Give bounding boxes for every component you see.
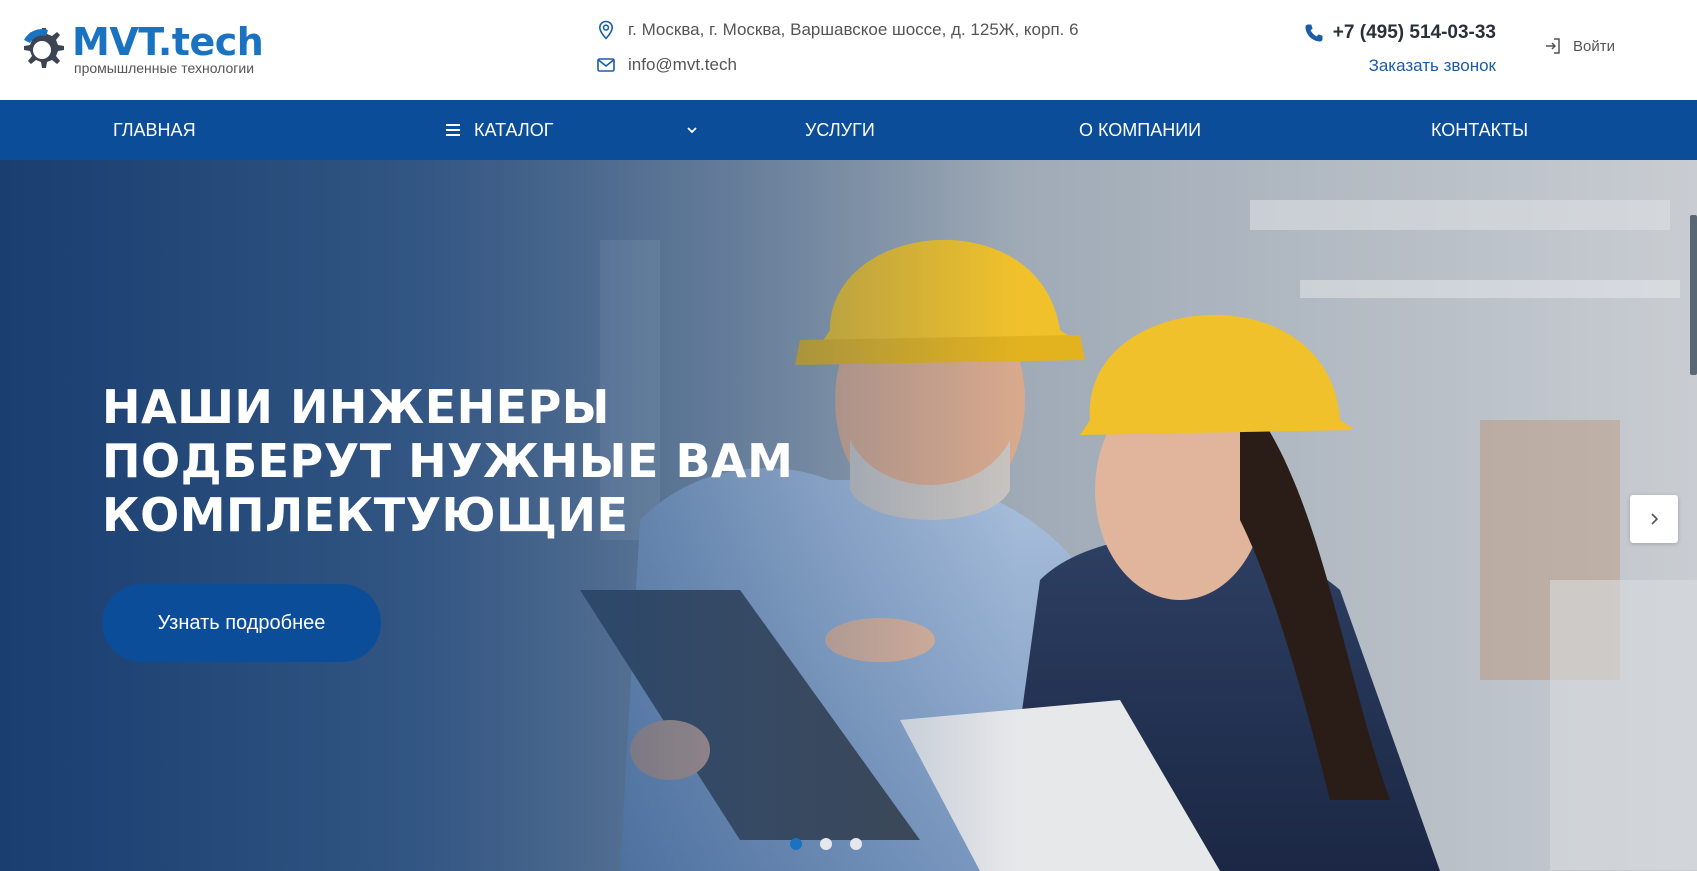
menu-icon [446,124,460,136]
main-nav: ГЛАВНАЯ КАТАЛОГ УСЛУГИ О КОМПАНИИ КОНТАК… [0,100,1697,160]
hero-title-line: КОМПЛЕКТУЮЩИЕ [102,488,629,542]
logo-name: MVT.tech [72,20,264,64]
slider-dot-1[interactable] [790,838,802,850]
email-link[interactable]: info@mvt.tech [628,55,737,75]
login-button[interactable]: Войти [1543,36,1615,56]
nav-item-home[interactable]: ГЛАВНАЯ [113,100,196,160]
gear-icon [24,28,64,68]
side-widget-edge[interactable] [1690,215,1697,375]
nav-item-label: О КОМПАНИИ [1079,120,1202,140]
hero-title-line: ПОДБЕРУТ НУЖНЫЕ ВАМ [102,434,794,488]
phone-number[interactable]: +7 (495) 514-03-33 [1303,22,1496,44]
phone-icon [1305,24,1323,42]
logo-subtitle: промышленные технологии [74,60,255,76]
chevron-down-icon[interactable] [683,121,701,139]
phone-text: +7 (495) 514-03-33 [1332,22,1496,43]
envelope-icon [597,58,615,72]
slider-dots [790,838,862,850]
nav-item-about[interactable]: О КОМПАНИИ [1079,100,1201,160]
nav-item-catalog[interactable]: КАТАЛОГ [444,100,553,160]
nav-item-services[interactable]: УСЛУГИ [805,100,875,160]
learn-more-button[interactable]: Узнать подробнее [102,584,381,662]
hero-title: НАШИ ИНЖЕНЕРЫ ПОДБЕРУТ НУЖНЫЕ ВАМ КОМПЛЕ… [102,380,862,542]
logo[interactable]: MVT.tech промышленные технологии [18,20,278,78]
nav-item-label: КАТАЛОГ [474,120,554,140]
login-icon [1546,38,1560,54]
address-text: г. Москва, г. Москва, Варшавское шоссе, … [628,20,1079,39]
hero-title-line: НАШИ ИНЖЕНЕРЫ [102,380,610,434]
slider-next-button[interactable] [1630,495,1678,543]
address: г. Москва, г. Москва, Варшавское шоссе, … [596,20,1079,40]
slider-dot-2[interactable] [820,838,832,850]
location-pin-icon [598,20,614,40]
email[interactable]: info@mvt.tech [596,55,737,75]
nav-item-label: ГЛАВНАЯ [113,120,196,140]
nav-item-label: КОНТАКТЫ [1431,120,1529,140]
nav-item-contacts[interactable]: КОНТАКТЫ [1431,100,1528,160]
site-header: MVT.tech промышленные технологии г. Моск… [0,0,1697,100]
callback-link[interactable]: Заказать звонок [1369,56,1496,76]
phone-block: +7 (495) 514-03-33 Заказать звонок [1286,20,1496,80]
login-label: Войти [1573,37,1615,55]
nav-item-label: УСЛУГИ [805,120,875,140]
chevron-right-icon [1651,513,1659,525]
hero-slider: НАШИ ИНЖЕНЕРЫ ПОДБЕРУТ НУЖНЫЕ ВАМ КОМПЛЕ… [0,160,1697,871]
slider-dot-3[interactable] [850,838,862,850]
